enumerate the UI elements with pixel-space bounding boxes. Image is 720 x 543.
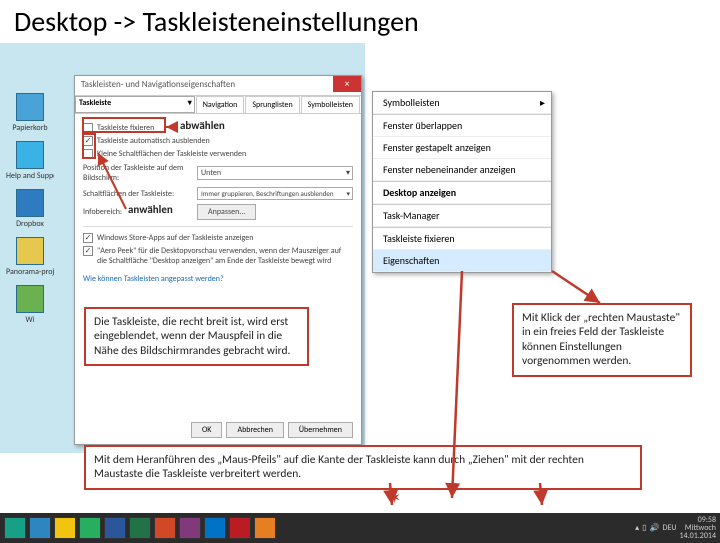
highlight-fixieren <box>82 117 166 133</box>
annotation-right-note: Mit Klick der „rechten Maustaste" in ein… <box>512 303 692 377</box>
annotation-abwaehlen: abwählen <box>180 119 225 133</box>
label-autohide: Taskleiste automatisch ausblenden <box>97 136 210 146</box>
tab-sprunglisten[interactable]: Sprunglisten <box>245 96 299 113</box>
annotation-bottom-note: Mit dem Heranführen des „Maus-Pfeils" au… <box>84 445 642 490</box>
taskbar-icon-reader[interactable] <box>229 517 251 539</box>
label-peek: "Aero Peek" für die Desktopvorschau verw… <box>97 246 353 266</box>
desktop-icon-help[interactable]: Help and Support <box>6 141 54 181</box>
page-title: Desktop -> Taskleisteneinstellungen <box>0 0 720 43</box>
start-button[interactable] <box>4 517 26 539</box>
svg-text:✶: ✶ <box>388 489 401 508</box>
desktop-icons: Papierkorb Help and Support Dropbox Pano… <box>6 93 66 333</box>
dialog-title-text: Taskleisten- und Navigationseigenschafte… <box>81 79 235 90</box>
highlight-checkboxes <box>82 133 96 159</box>
apply-button[interactable]: Übernehmen <box>288 422 353 438</box>
ctx-symbolleisten[interactable]: Symbolleisten <box>373 92 551 114</box>
tray-lang[interactable]: DEU <box>663 523 677 533</box>
cancel-button[interactable]: Abbrechen <box>226 422 283 438</box>
desktop-icon-panorama[interactable]: Panorama-projekt <box>6 237 54 277</box>
desktop-icon-dropbox[interactable]: Dropbox <box>6 189 54 229</box>
taskbar-icon-media[interactable] <box>254 517 276 539</box>
taskbar-icon-excel[interactable] <box>129 517 151 539</box>
customize-button[interactable]: Anpassen... <box>197 204 256 220</box>
stage: Papierkorb Help and Support Dropbox Pano… <box>0 43 720 543</box>
select-buttons[interactable]: Immer gruppieren, Beschriftungen ausblen… <box>197 187 353 200</box>
tab-symbolleisten[interactable]: Symbolleisten <box>301 96 360 113</box>
dialog-tabs: Taskleiste Navigation Sprunglisten Symbo… <box>75 96 361 114</box>
checkbox-store[interactable] <box>83 233 93 243</box>
annotation-anwaehlen: anwählen <box>128 203 173 217</box>
close-icon[interactable]: × <box>333 76 361 92</box>
checkbox-peek[interactable] <box>83 246 93 256</box>
label-store: Windows Store-Apps auf der Taskleiste an… <box>97 233 253 243</box>
taskbar-icon-ppt[interactable] <box>154 517 176 539</box>
taskbar[interactable]: ▴ ▯ 🔊 DEU 09:58 Mittwoch 14.01.2014 <box>0 513 720 543</box>
desktop-icon-recycle[interactable]: Papierkorb <box>6 93 54 133</box>
tray-clock[interactable]: 09:58 Mittwoch 14.01.2014 <box>680 516 716 540</box>
label-small: Kleine Schaltflächen der Taskleiste verw… <box>97 149 246 159</box>
taskbar-icon-mail[interactable] <box>204 517 226 539</box>
ctx-gestapelt[interactable]: Fenster gestapelt anzeigen <box>373 137 551 159</box>
label-buttons: Schaltflächen der Taskleiste: <box>83 189 193 199</box>
help-link[interactable]: Wie können Taskleisten angepasst werden? <box>83 274 353 284</box>
tab-taskleiste[interactable]: Taskleiste <box>75 96 195 113</box>
ctx-taskmanager[interactable]: Task-Manager <box>373 205 551 227</box>
taskbar-icon-word[interactable] <box>104 517 126 539</box>
desktop-icon-wi[interactable]: Wi <box>6 285 54 325</box>
ok-button[interactable]: OK <box>191 422 222 438</box>
dialog-titlebar: Taskleisten- und Navigationseigenschafte… <box>75 76 361 96</box>
select-position[interactable]: Unten <box>197 166 353 180</box>
dialog-body: Taskleiste fixieren Taskleiste automatis… <box>75 114 361 290</box>
taskbar-context-menu: Symbolleisten Fenster überlappen Fenster… <box>372 91 552 273</box>
tray-network-icon[interactable]: ▯ <box>642 523 646 533</box>
ctx-desktop-anzeigen[interactable]: Desktop anzeigen <box>373 182 551 204</box>
ctx-ueberlappen[interactable]: Fenster überlappen <box>373 115 551 137</box>
tray-chevron-up-icon[interactable]: ▴ <box>635 523 639 533</box>
annotation-left-note: Die Taskleiste, die recht breit ist, wir… <box>84 307 309 366</box>
label-position: Position der Taskleiste auf dem Bildschi… <box>83 163 193 183</box>
system-tray[interactable]: ▴ ▯ 🔊 DEU 09:58 Mittwoch 14.01.2014 <box>635 516 716 540</box>
taskbar-icon-store[interactable] <box>79 517 101 539</box>
ctx-fixieren[interactable]: Taskleiste fixieren <box>373 228 551 250</box>
taskbar-icon-ie[interactable] <box>29 517 51 539</box>
ctx-nebeneinander[interactable]: Fenster nebeneinander anzeigen <box>373 159 551 181</box>
tab-navigation[interactable]: Navigation <box>196 96 245 113</box>
taskbar-icon-explorer[interactable] <box>54 517 76 539</box>
ctx-eigenschaften[interactable]: Eigenschaften <box>373 250 551 272</box>
taskbar-icon-onenote[interactable] <box>179 517 201 539</box>
tray-volume-icon[interactable]: 🔊 <box>650 523 660 533</box>
